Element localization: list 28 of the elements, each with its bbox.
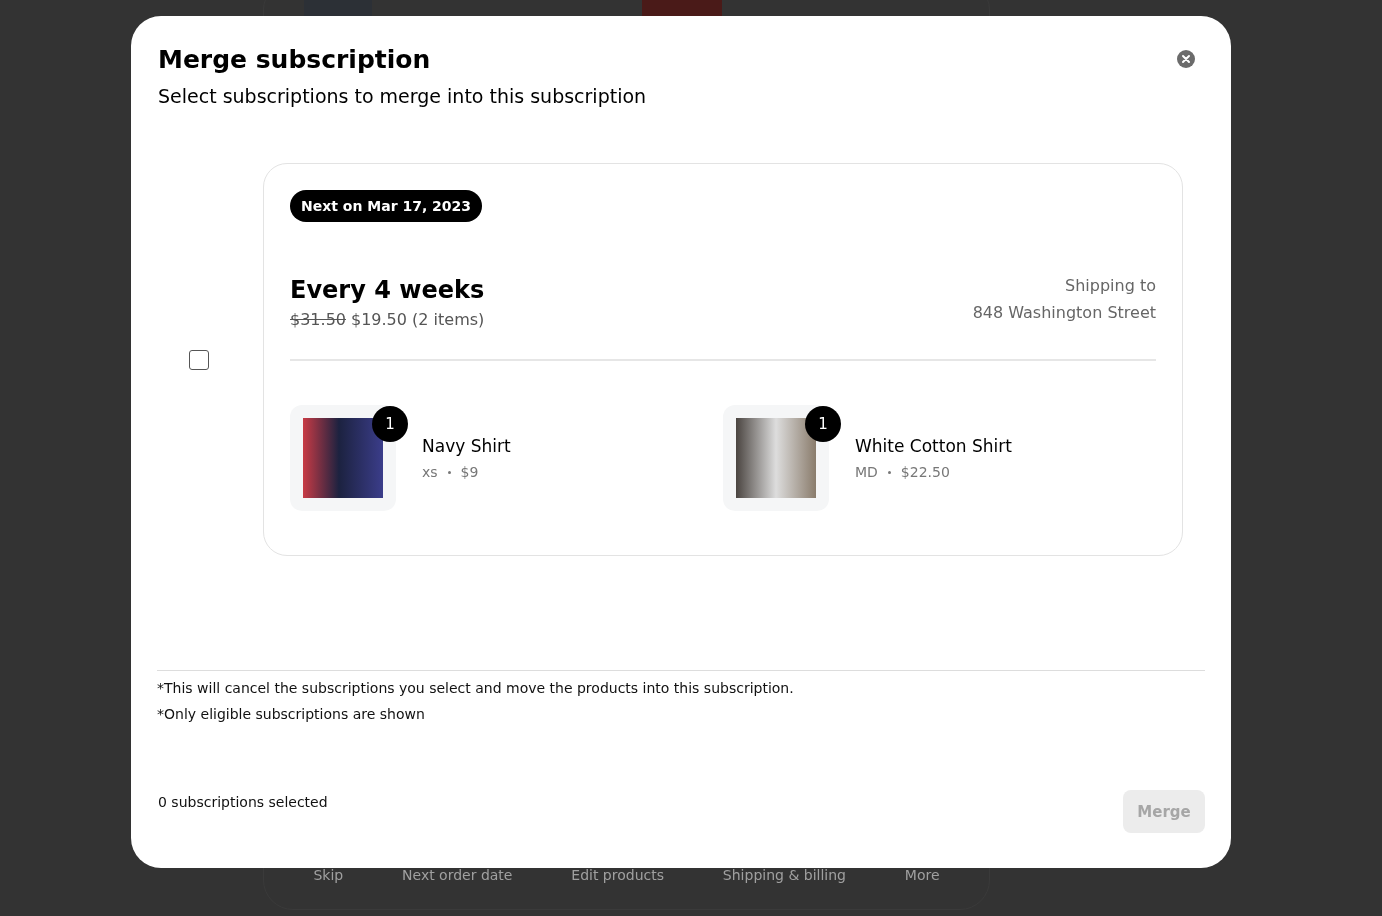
dialog-subtitle: Select subscriptions to merge into this subscription — [158, 85, 647, 107]
dialog-title: Merge subscription — [158, 44, 432, 76]
product-variant: MD — [855, 464, 878, 480]
frequency-text: Every 4 weeks — [290, 276, 485, 304]
quantity-badge: 1 — [805, 406, 841, 442]
footnote: *Only eligible subscriptions are shown — [157, 705, 426, 724]
nav-link[interactable]: Next order date — [402, 867, 513, 883]
nav-link[interactable]: Edit products — [571, 867, 664, 883]
nav-link[interactable]: Skip — [313, 867, 344, 883]
product-variant: xs — [422, 464, 438, 480]
price-text: $19.50 (2 items) — [351, 310, 485, 329]
checkbox[interactable] — [188, 349, 209, 370]
shipping-label: Shipping to — [1064, 276, 1156, 295]
product-name: Navy Shirt — [422, 436, 511, 456]
product-price: $22.50 — [900, 464, 950, 480]
product-price: $9 — [460, 464, 479, 480]
date-badge: Next on Mar 17, 2023 — [290, 190, 483, 222]
nav-link[interactable]: More — [904, 867, 940, 883]
original-price: $31.50 — [290, 310, 346, 329]
shipping-address: 848 Washington Street — [972, 303, 1156, 322]
close-icon[interactable] — [1177, 50, 1195, 68]
quantity-badge: 1 — [372, 406, 408, 442]
separator-icon — [887, 470, 891, 474]
footnote: *This will cancel the subscriptions you select and move the products into this subscription. — [157, 679, 795, 698]
nav-link[interactable]: Shipping & billing — [722, 867, 846, 883]
separator-icon — [447, 470, 451, 474]
selection-count: 0 subscriptions selected — [158, 793, 328, 810]
product-name: White Cotton Shirt — [855, 436, 1012, 456]
